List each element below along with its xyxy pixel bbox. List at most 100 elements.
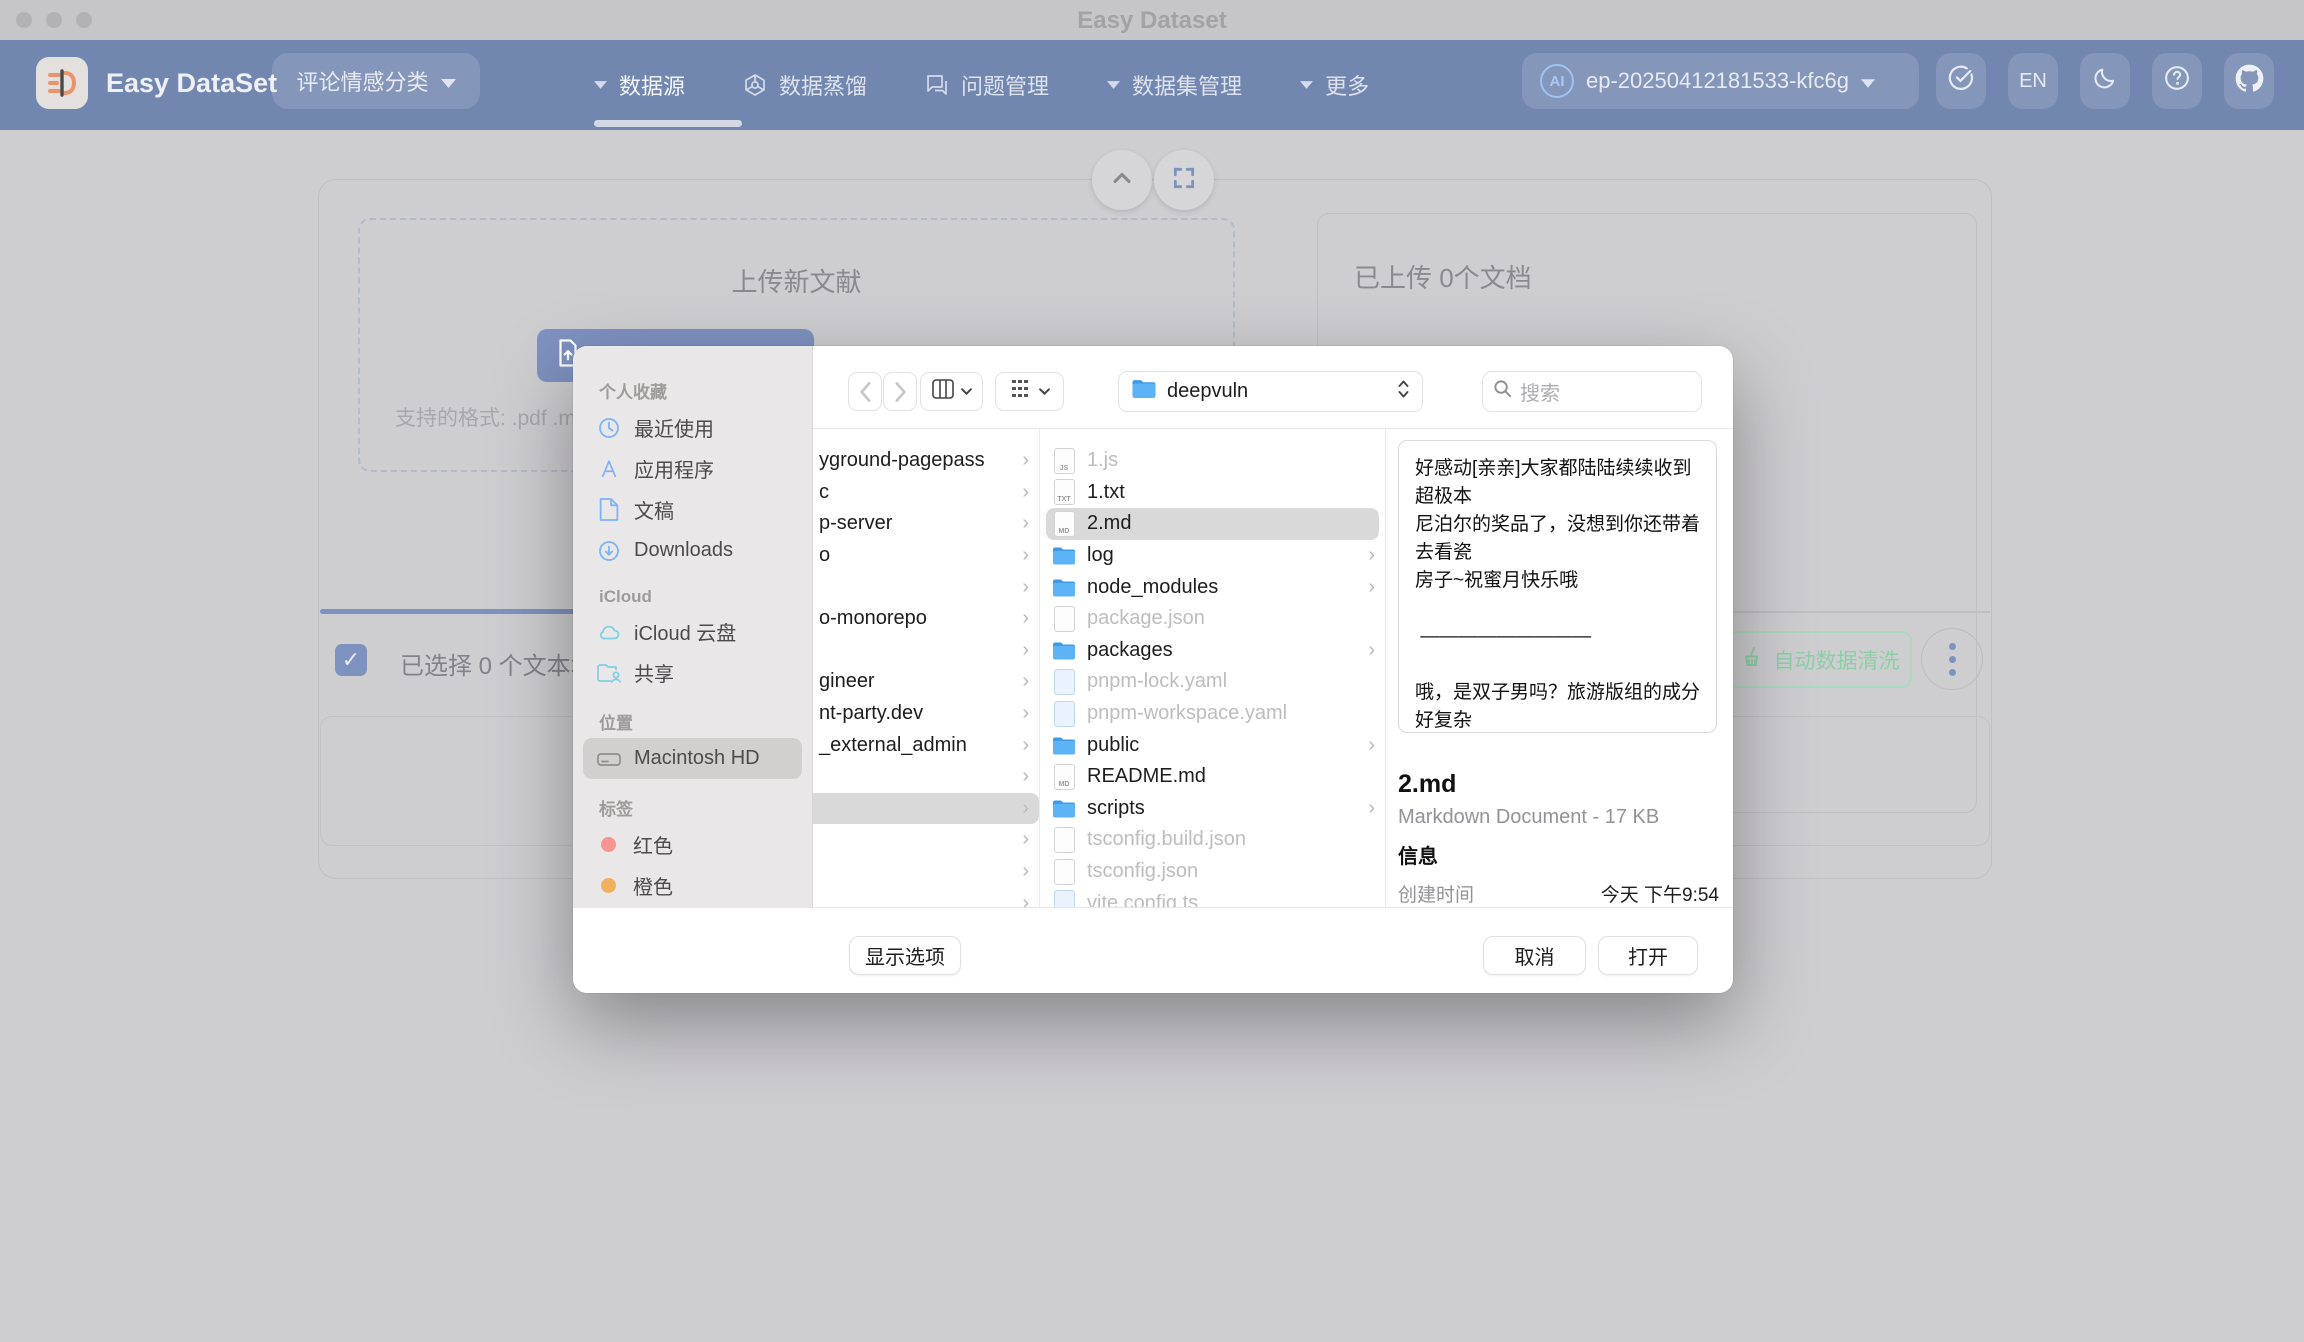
folder-row[interactable]: o› [813, 540, 1039, 572]
moon-icon [2092, 65, 2118, 97]
selection-count-label: 已选择 0 个文本块 [400, 646, 595, 681]
folder-row[interactable]: packages› [1040, 635, 1385, 667]
sidebar-item-文稿[interactable]: 文稿 [583, 489, 802, 530]
show-options-button[interactable]: 显示选项 [849, 936, 961, 975]
group-by-button[interactable] [995, 372, 1064, 411]
chevron-right-icon: › [1368, 576, 1375, 599]
folder-row[interactable]: _external_admin› [813, 729, 1039, 761]
file-icon [1052, 859, 1076, 885]
upload-card-title: 上传新文献 [358, 262, 1235, 299]
file-row[interactable]: pnpm-workspace.yaml [1040, 698, 1385, 730]
folder-row[interactable]: › [813, 793, 1039, 825]
chevron-right-icon: › [1022, 702, 1029, 725]
file-row[interactable]: tsconfig.build.json [1040, 824, 1385, 856]
folder-row-label: nt-party.dev [819, 702, 923, 725]
folder-row-label: p-server [819, 512, 892, 535]
sidebar-item-红色[interactable]: 红色 [583, 824, 802, 865]
auto-clean-label: 自动数据清洗 [1774, 645, 1900, 675]
search-field[interactable]: 搜索 [1482, 371, 1702, 412]
folder-row[interactable]: › [813, 887, 1039, 907]
more-actions-button[interactable] [1921, 628, 1983, 690]
folder-icon [1052, 543, 1076, 569]
cancel-button[interactable]: 取消 [1483, 936, 1586, 975]
chevron-right-icon: › [1022, 734, 1029, 757]
folder-row[interactable]: scripts› [1040, 793, 1385, 825]
nav-item-label: 问题管理 [961, 69, 1049, 101]
fullscreen-icon [1171, 165, 1197, 196]
sidebar-item-橙色[interactable]: 橙色 [583, 865, 802, 906]
folder-row[interactable]: c› [813, 477, 1039, 509]
search-placeholder: 搜索 [1520, 377, 1560, 406]
nav-item-4[interactable]: 更多 [1300, 69, 1369, 101]
file-row[interactable]: MD2.md [1046, 508, 1379, 540]
model-selector[interactable]: AI ep-20250412181533-kfc6g [1522, 53, 1919, 109]
folder-row[interactable]: yground-pagepass› [813, 445, 1039, 477]
tasks-check-button[interactable] [1936, 53, 1986, 109]
sidebar-item-Macintosh HD[interactable]: Macintosh HD [583, 738, 802, 779]
file-name: tsconfig.build.json [1087, 828, 1379, 851]
file-row[interactable]: package.json [1040, 603, 1385, 635]
back-button[interactable] [848, 372, 882, 411]
sidebar-item-Downloads[interactable]: Downloads [583, 530, 802, 571]
view-columns-button[interactable] [920, 372, 983, 411]
nav-item-label: 更多 [1325, 69, 1369, 101]
chevron-right-icon: › [1022, 576, 1029, 599]
folder-row[interactable]: p-server› [813, 508, 1039, 540]
folder-row[interactable]: node_modules› [1040, 571, 1385, 603]
auto-clean-button[interactable]: 自动数据清洗 [1727, 631, 1912, 688]
folder-row[interactable]: public› [1040, 729, 1385, 761]
cube-icon [743, 73, 767, 97]
folder-row[interactable]: › [813, 761, 1039, 793]
file-name: package.json [1087, 607, 1379, 630]
sidebar-item-共享[interactable]: 共享 [583, 652, 802, 693]
file-name: pnpm-workspace.yaml [1087, 702, 1379, 725]
file-row[interactable]: JS1.js [1040, 445, 1385, 477]
collapse-panel-button[interactable] [1092, 150, 1152, 210]
file-row[interactable]: tsconfig.json [1040, 856, 1385, 888]
select-all-checkbox[interactable]: ✓ [335, 644, 367, 676]
language-button[interactable]: EN [2008, 53, 2058, 109]
project-selector[interactable]: 评论情感分类 [272, 53, 480, 109]
folder-row[interactable]: nt-party.dev › [813, 698, 1039, 730]
file-row[interactable]: vite.config.ts [1040, 887, 1385, 907]
folder-row[interactable]: › [813, 635, 1039, 667]
cloud-icon [597, 623, 621, 641]
file-icon [1052, 669, 1076, 695]
dialog-footer: 显示选项 取消 打开 [573, 908, 1733, 993]
folder-row[interactable]: o-monorepo› [813, 603, 1039, 635]
sidebar-item-应用程序[interactable]: 应用程序 [583, 448, 802, 489]
hdd-icon [597, 750, 621, 768]
folder-row[interactable]: gineer› [813, 666, 1039, 698]
sidebar-section-header: 标签 [599, 795, 812, 820]
info-label: 创建时间 [1398, 880, 1474, 907]
nav-item-2[interactable]: 问题管理 [925, 69, 1049, 101]
folder-icon [1052, 732, 1076, 758]
clean-brush-icon [1740, 645, 1764, 675]
sidebar-item-iCloud 云盘[interactable]: iCloud 云盘 [583, 611, 802, 652]
fullscreen-button[interactable] [1154, 150, 1214, 210]
file-icon: MD [1052, 764, 1076, 790]
file-row[interactable]: TXT1.txt [1040, 477, 1385, 509]
nav-item-3[interactable]: 数据集管理 [1107, 69, 1242, 101]
nav-item-0[interactable]: 数据源 [594, 69, 685, 101]
folder-icon [1052, 637, 1076, 663]
open-button[interactable]: 打开 [1598, 936, 1698, 975]
file-row[interactable]: pnpm-lock.yaml [1040, 666, 1385, 698]
nav-item-1[interactable]: 数据蒸馏 [743, 69, 867, 101]
file-row[interactable]: MDREADME.md [1040, 761, 1385, 793]
github-button[interactable] [2224, 53, 2274, 109]
folder-row[interactable]: log› [1040, 540, 1385, 572]
forward-button[interactable] [883, 372, 917, 411]
sidebar-item-最近使用[interactable]: 最近使用 [583, 407, 802, 448]
sidebar-item-label: 共享 [634, 658, 674, 687]
theme-button[interactable] [2080, 53, 2130, 109]
chevron-right-icon: › [1022, 449, 1029, 472]
chevron-right-icon: › [1022, 639, 1029, 662]
file-name: packages [1087, 639, 1379, 662]
folder-row[interactable]: › [813, 571, 1039, 603]
current-folder-dropdown[interactable]: deepvuln [1118, 371, 1423, 412]
active-tab-indicator [594, 120, 742, 127]
folder-row[interactable]: › [813, 824, 1039, 856]
help-button[interactable] [2152, 53, 2202, 109]
folder-row[interactable]: › [813, 856, 1039, 888]
